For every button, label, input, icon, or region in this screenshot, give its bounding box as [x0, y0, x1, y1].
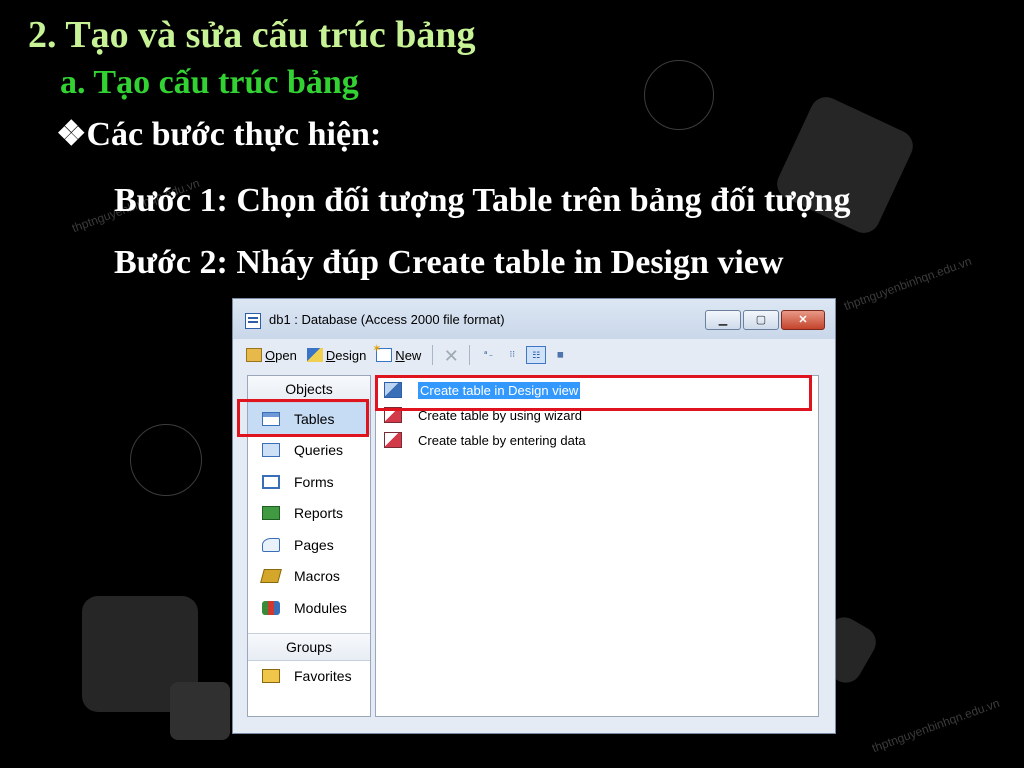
datasheet-table-icon — [384, 432, 402, 448]
database-window: db1 : Database (Access 2000 file format)… — [232, 298, 836, 734]
minimize-button[interactable]: ▁ — [705, 310, 741, 330]
maximize-button[interactable]: ▢ — [743, 310, 779, 330]
decor-square — [170, 682, 230, 740]
design-label: Design — [325, 347, 367, 363]
object-pages[interactable]: Pages — [248, 529, 370, 561]
object-reports[interactable]: Reports — [248, 498, 370, 530]
design-button[interactable]: Design — [304, 346, 369, 365]
small-icons-view-icon[interactable]: ⁝⁝ — [502, 346, 522, 364]
object-label: Macros — [294, 568, 340, 585]
object-macros[interactable]: Macros — [248, 561, 370, 593]
new-button[interactable]: New — [372, 342, 424, 365]
toolbar-divider — [469, 345, 471, 365]
window-title: db1 : Database (Access 2000 file format) — [269, 312, 505, 327]
slide-title: 2. Tạo và sửa cấu trúc bảng — [28, 14, 476, 56]
database-icon — [245, 313, 261, 329]
watermark: thptnguyenbinhqn.edu.vn — [870, 695, 1002, 756]
object-queries[interactable]: Queries — [248, 435, 370, 467]
step-1: Bước 1: Chọn đối tượng Table trên bảng đ… — [114, 182, 851, 219]
bullet-heading-text: Các bước thực hiện: — [86, 116, 382, 153]
large-icons-view-icon[interactable]: ᵃ₋ — [478, 346, 498, 364]
toolbar: Open Design New ✕ ᵃ₋ ⁝⁝ ☷ ▦ — [233, 339, 835, 371]
window-titlebar[interactable]: db1 : Database (Access 2000 file format)… — [233, 299, 835, 339]
open-label: Open — [265, 347, 297, 363]
form-icon — [262, 474, 280, 489]
list-item-entering-data[interactable]: Create table by entering data — [384, 429, 586, 451]
slide-subtitle: a. Tạo cấu trúc bảng — [60, 64, 359, 101]
macro-icon — [260, 569, 282, 584]
object-label: Modules — [294, 599, 347, 616]
object-forms[interactable]: Forms — [248, 466, 370, 498]
object-label: Pages — [294, 536, 334, 553]
object-label: Queries — [294, 442, 344, 459]
page-icon — [262, 537, 280, 552]
groups-header[interactable]: Groups — [248, 632, 370, 661]
design-icon — [306, 348, 323, 362]
bullet-marker-icon: ❖ — [56, 116, 87, 153]
query-icon — [262, 443, 280, 458]
objects-list: Create table in Design view Create table… — [375, 375, 819, 717]
new-label: New — [395, 347, 422, 363]
report-icon — [262, 506, 280, 521]
decor-circle — [130, 424, 202, 496]
list-item-label: Create table by entering data — [418, 432, 586, 448]
group-label: Favorites — [294, 668, 352, 685]
highlight-design-view — [375, 375, 812, 411]
bullet-heading: ❖Các bước thực hiện: — [56, 114, 381, 156]
decor-circle — [644, 60, 714, 130]
open-button[interactable]: Open — [243, 346, 300, 365]
step-2: Bước 2: Nháy đúp Create table in Design … — [114, 244, 784, 281]
object-modules[interactable]: Modules — [248, 592, 370, 624]
open-folder-icon — [246, 348, 262, 362]
group-favorites[interactable]: Favorites — [248, 661, 370, 693]
details-view-icon[interactable]: ▦ — [550, 346, 570, 364]
object-label: Forms — [294, 473, 334, 490]
highlight-tables — [237, 399, 369, 437]
delete-icon[interactable]: ✕ — [441, 347, 461, 365]
object-label: Reports — [294, 505, 344, 522]
favorites-folder-icon — [262, 669, 280, 684]
new-object-icon — [372, 342, 393, 362]
list-view-icon[interactable]: ☷ — [526, 346, 547, 364]
module-icon — [262, 600, 280, 615]
close-button[interactable]: ✕ — [781, 310, 825, 330]
toolbar-divider — [432, 345, 434, 365]
watermark: thptnguyenbinhqn.edu.vn — [842, 253, 974, 314]
